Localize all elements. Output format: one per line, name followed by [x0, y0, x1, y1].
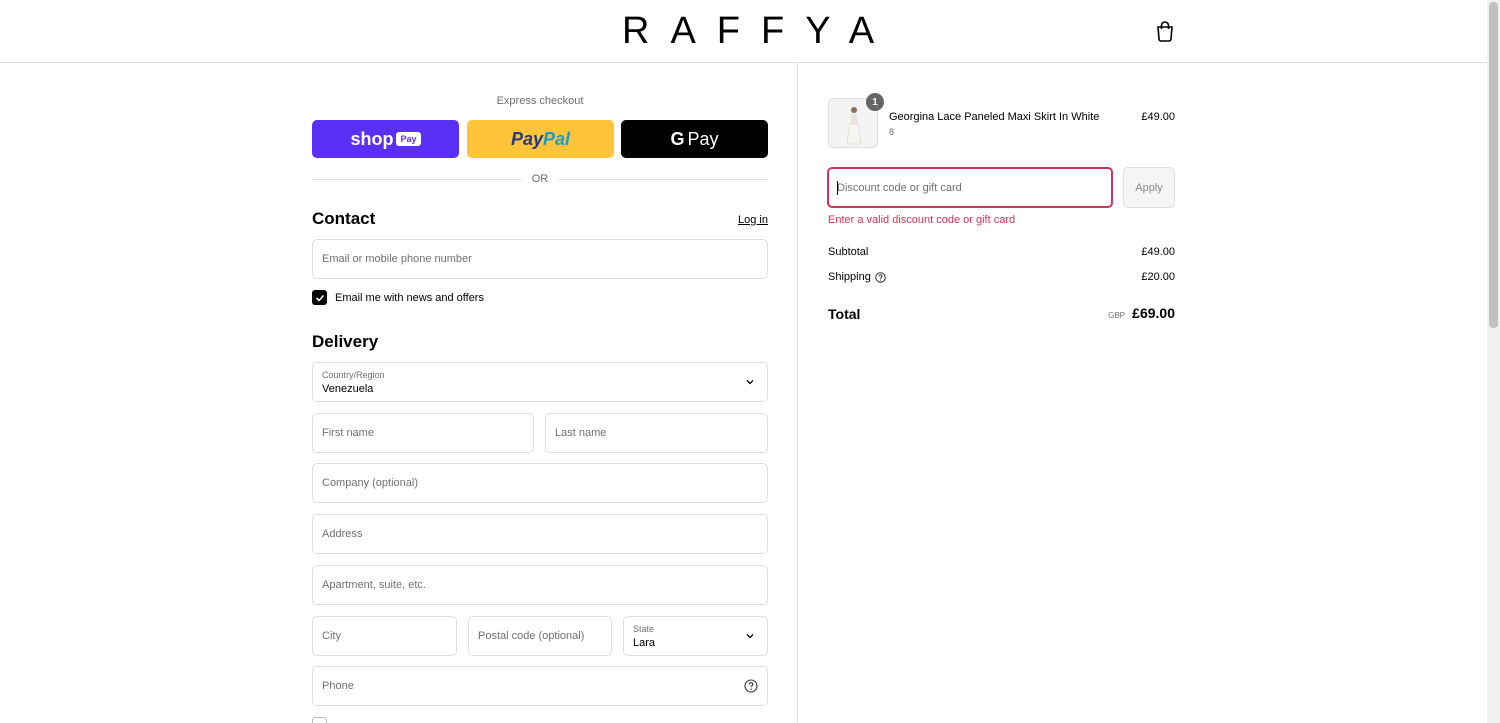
apartment-field[interactable]: Apartment, suite, etc.	[312, 565, 768, 605]
discount-error-message: Enter a valid discount code or gift card	[828, 214, 1016, 226]
product-price: £49.00	[1141, 111, 1175, 123]
delivery-heading: Delivery	[312, 332, 379, 351]
google-pay-wordmark: Pay	[687, 128, 719, 149]
save-info-checkbox[interactable]	[312, 717, 327, 723]
product-name: Georgina Lace Paneled Maxi Skirt In Whit…	[889, 111, 1100, 123]
scrollbar-thumb[interactable]	[1489, 2, 1498, 328]
state-select[interactable]: State Lara	[623, 616, 768, 656]
phone-placeholder: Phone	[322, 680, 354, 692]
total-label: Total	[828, 306, 861, 322]
newsletter-checkbox[interactable]	[312, 290, 327, 305]
column-divider	[797, 63, 798, 723]
shipping-label: Shipping	[828, 271, 871, 283]
email-placeholder: Email or mobile phone number	[322, 253, 472, 265]
shop-pay-wordmark: shop	[350, 128, 394, 149]
shipping-value: £20.00	[1141, 271, 1175, 283]
paypal-wordmark-pal: Pal	[543, 128, 571, 149]
country-value: Venezuela	[322, 383, 374, 395]
chevron-down-icon	[746, 634, 754, 639]
discount-code-input[interactable]: Discount code or gift card	[827, 167, 1113, 208]
subtotal-value: £49.00	[1141, 246, 1175, 258]
login-link[interactable]: Log in	[738, 214, 768, 226]
last-name-placeholder: Last name	[555, 427, 607, 439]
state-label: State	[633, 624, 655, 634]
or-divider-right	[558, 179, 768, 180]
or-divider-text: OR	[531, 173, 549, 185]
company-placeholder: Company (optional)	[322, 477, 418, 489]
email-field[interactable]: Email or mobile phone number	[312, 239, 768, 279]
apply-discount-button[interactable]: Apply	[1123, 167, 1175, 208]
brand-logo[interactable]: RAFFYA	[622, 10, 874, 52]
paypal-button[interactable]: Pay Pal	[467, 120, 614, 158]
postal-code-placeholder: Postal code (optional)	[478, 630, 585, 642]
address-field[interactable]: Address	[312, 514, 768, 554]
shopping-bag-icon[interactable]	[1154, 20, 1176, 42]
first-name-field[interactable]: First name	[312, 413, 534, 453]
shop-pay-badge: Pay	[396, 132, 421, 146]
site-header: RAFFYA	[0, 0, 1487, 63]
postal-code-field[interactable]: Postal code (optional)	[468, 616, 612, 656]
google-pay-button[interactable]: G Pay	[621, 120, 768, 158]
help-circle-icon[interactable]	[744, 679, 758, 693]
order-summary-panel	[798, 63, 1487, 723]
city-placeholder: City	[322, 630, 341, 642]
apartment-placeholder: Apartment, suite, etc.	[322, 579, 426, 591]
discount-placeholder: Discount code or gift card	[837, 182, 962, 194]
product-variant: 8	[889, 127, 895, 137]
google-g-icon: G	[670, 128, 685, 149]
phone-field[interactable]: Phone	[312, 666, 768, 706]
country-select[interactable]: Country/Region Venezuela	[312, 362, 768, 402]
first-name-placeholder: First name	[322, 427, 374, 439]
total-currency: GBP	[1108, 311, 1125, 320]
express-checkout-label: Express checkout	[496, 95, 584, 107]
help-circle-icon[interactable]	[875, 272, 886, 283]
address-placeholder: Address	[322, 528, 363, 540]
last-name-field[interactable]: Last name	[545, 413, 768, 453]
chevron-down-icon	[746, 380, 754, 385]
city-field[interactable]: City	[312, 616, 457, 656]
paypal-wordmark-pay: Pay	[510, 128, 543, 149]
company-field[interactable]: Company (optional)	[312, 463, 768, 503]
shop-pay-button[interactable]: shop Pay	[312, 120, 459, 158]
contact-heading: Contact	[312, 209, 376, 228]
quantity-badge: 1	[866, 93, 884, 111]
newsletter-label: Email me with news and offers	[335, 292, 484, 304]
checkmark-icon	[315, 294, 324, 302]
state-value: Lara	[633, 637, 656, 649]
total-value: £69.00	[1132, 305, 1175, 321]
subtotal-label: Subtotal	[828, 246, 869, 258]
country-label: Country/Region	[322, 370, 385, 380]
or-divider-left	[312, 179, 522, 180]
